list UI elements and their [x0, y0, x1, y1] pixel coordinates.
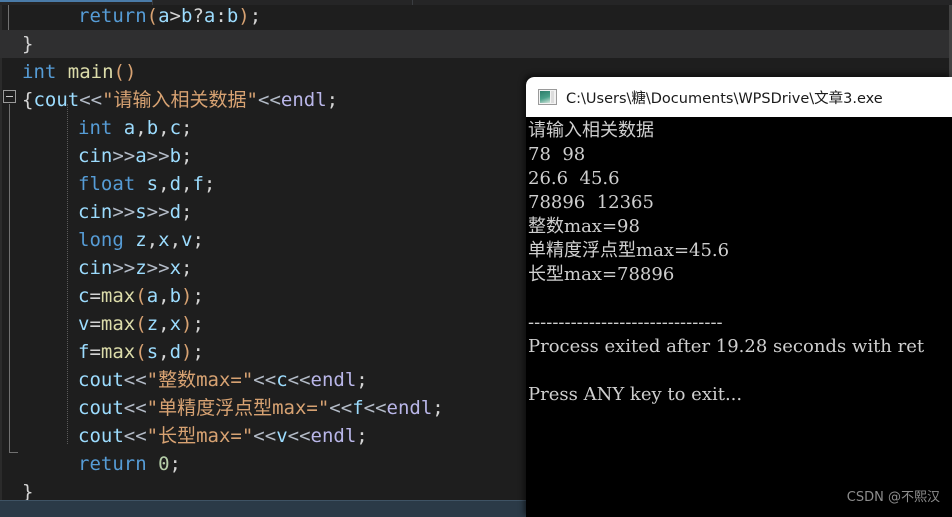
fold-guide-close-main [9, 104, 18, 453]
console-output-line: 长型max=78896 [528, 264, 675, 285]
console-output-line: 78896 12365 [528, 192, 654, 213]
code-line[interactable]: cout<<"整数max="<<c<<endl; [22, 366, 368, 394]
code-line[interactable]: f=max(s,d); [22, 338, 204, 366]
console-output-line: 78 98 [528, 144, 586, 165]
console-output-line: -------------------------------- [528, 312, 723, 333]
code-line[interactable]: int a,b,c; [22, 114, 193, 142]
console-output-area[interactable]: 请输入相关数据 78 98 26.6 45.6 78896 12365 整数max=98… [526, 117, 952, 517]
code-line[interactable]: long z,x,v; [22, 226, 204, 254]
code-line[interactable]: cin>>a>>b; [22, 142, 192, 170]
console-output-line: 请输入相关数据 [528, 120, 654, 141]
console-app-icon [538, 89, 557, 105]
code-line[interactable]: v=max(z,x); [22, 310, 204, 338]
console-output-line: Press ANY key to exit... [528, 384, 743, 405]
active-tab-indicator [0, 0, 152, 2]
fold-toggle-main[interactable] [3, 90, 16, 103]
code-line[interactable]: cin>>z>>x; [22, 254, 192, 282]
code-line[interactable]: return 0; [22, 450, 181, 478]
console-output-line: 整数max=98 [528, 216, 640, 237]
console-output-line: Process exited after 19.28 seconds with … [528, 336, 925, 357]
code-line[interactable]: float s,d,f; [22, 170, 215, 198]
code-line[interactable]: int main() [22, 58, 136, 86]
code-line[interactable]: cout<<"单精度浮点型max="<<f<<endl; [22, 394, 444, 422]
csdn-watermark: CSDN @不熙汉 [846, 490, 940, 505]
code-line[interactable]: cout<<"长型max="<<v<<endl; [22, 422, 368, 450]
code-line[interactable]: return(a>b?a:b); [22, 5, 261, 30]
code-line[interactable]: } [22, 478, 33, 500]
code-line[interactable]: c=max(a,b); [22, 282, 204, 310]
code-line[interactable]: {cout<<"请输入相关数据"<<endl; [22, 86, 338, 114]
program-console-window[interactable]: C:\Users\糖\Documents\WPSDrive\文章3.exe 请输… [526, 77, 952, 517]
code-line[interactable]: } [0, 30, 952, 58]
console-output-line: 单精度浮点型max=45.6 [528, 240, 730, 261]
console-title-text: C:\Users\糖\Documents\WPSDrive\文章3.exe [566, 90, 883, 107]
gutter-edge-line [0, 5, 2, 500]
code-line[interactable]: cin>>s>>d; [22, 198, 192, 226]
console-output-line: 26.6 45.6 [528, 168, 620, 189]
console-title-bar[interactable]: C:\Users\糖\Documents\WPSDrive\文章3.exe [526, 77, 952, 117]
